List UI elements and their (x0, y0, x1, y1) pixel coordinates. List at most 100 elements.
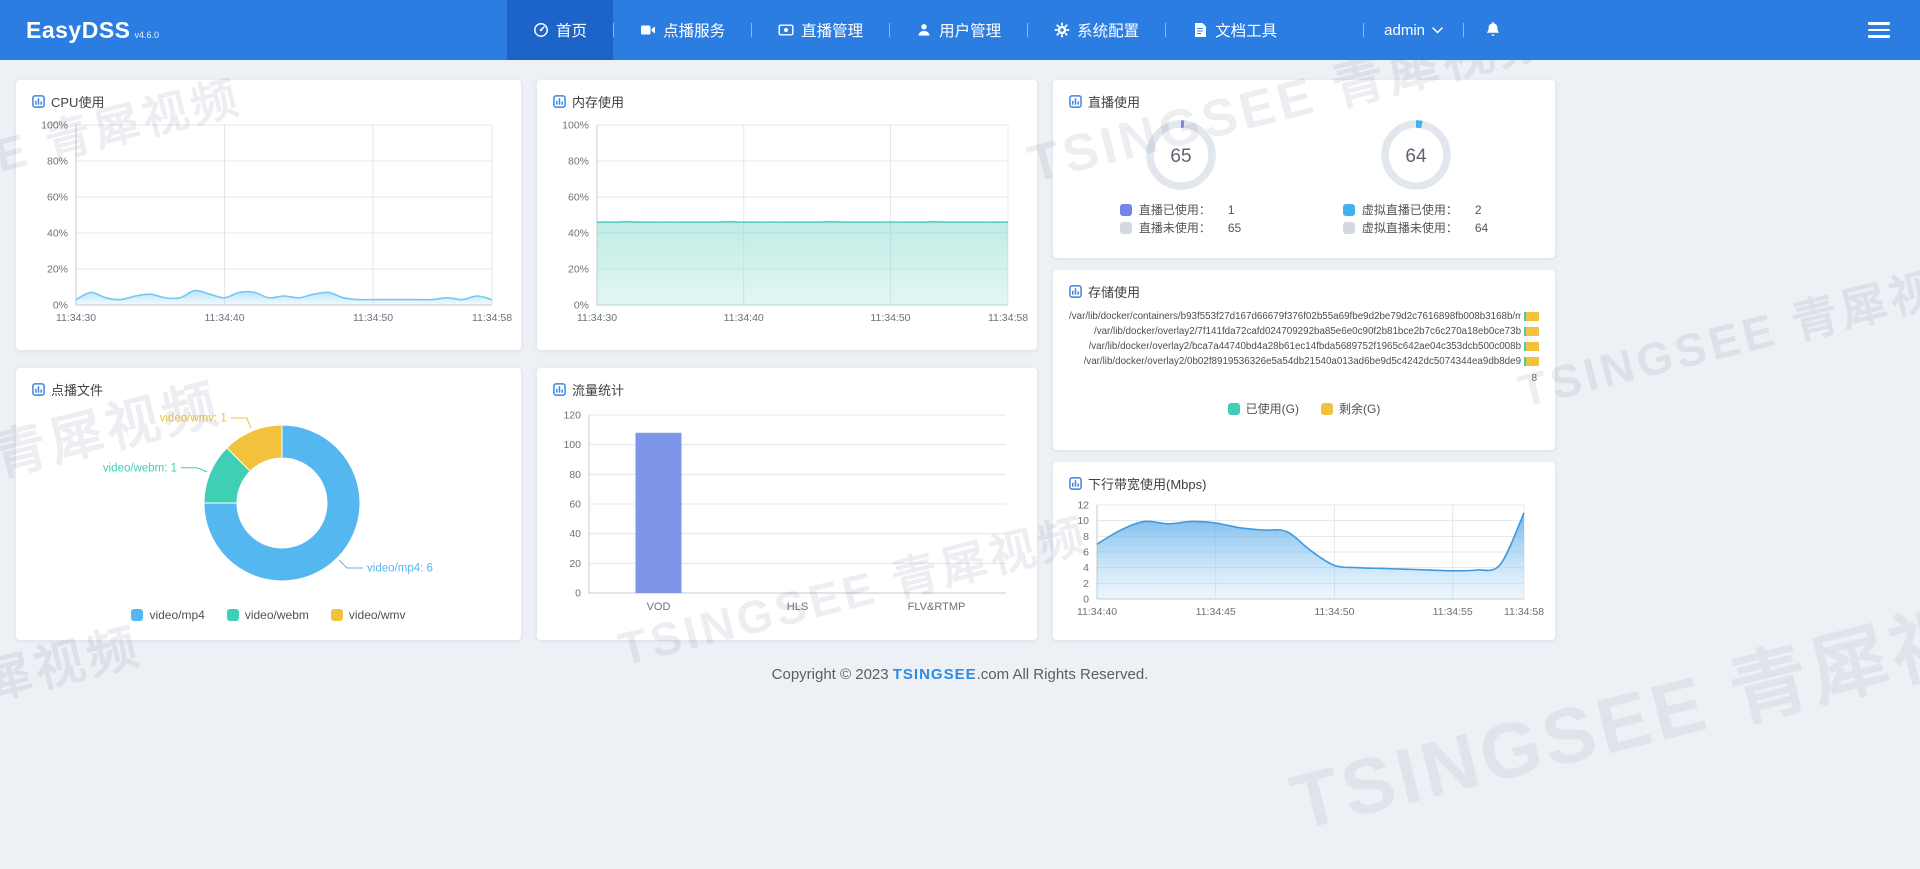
traffic-bar-chart: 0 20 40 60 80 100 120 VOD HLS FLV&RTMP (553, 403, 1021, 628)
app-title: EasyDSS (26, 16, 131, 43)
nav-item-live[interactable]: 直播管理 (752, 0, 889, 60)
card-title: 直播使用 (1069, 92, 1539, 111)
chart-card-icon (32, 95, 45, 108)
chart-card-icon (1069, 285, 1082, 298)
svg-text:0: 0 (1083, 594, 1089, 606)
svg-text:12: 12 (1077, 500, 1089, 512)
legend-item[interactable]: 已使用(G) (1227, 400, 1299, 417)
card-title: 下行带宽使用(Mbps) (1069, 474, 1539, 493)
svg-text:11:34:58: 11:34:58 (988, 312, 1028, 324)
storage-bar (1524, 327, 1539, 336)
card-title-text: 存储使用 (1088, 285, 1141, 300)
live-gauge: 65 直播已使用： 1 直播未使用： 65 (1119, 113, 1242, 237)
gauge-legend: 直播已使用： 1 直播未使用： 65 (1119, 201, 1242, 237)
legend-swatch (1342, 204, 1355, 216)
svg-text:0%: 0% (574, 300, 589, 312)
storage-bar-free (1525, 357, 1539, 366)
legend-swatch (1119, 222, 1132, 234)
nav-right: admin (1363, 21, 1502, 40)
card-title-text: 点播文件 (51, 383, 104, 398)
gauge-legend-value: 2 (1474, 203, 1482, 217)
nav-item-vod[interactable]: 点播服务 (614, 0, 751, 60)
docs-icon (1192, 22, 1208, 38)
card-title: 存储使用 (1069, 282, 1539, 301)
svg-text:11:34:30: 11:34:30 (577, 312, 617, 324)
card-bandwidth-usage: 下行带宽使用(Mbps) 0 2 4 6 8 10 12 11:34:40 11:34:45 11… (1053, 462, 1555, 640)
dashboard-icon (533, 22, 549, 38)
gauge-legend: 虚拟直播已使用： 2 虚拟直播未使用： 64 (1342, 201, 1488, 237)
svg-text:11:34:58: 11:34:58 (472, 312, 512, 324)
nav-item-docs[interactable]: 文档工具 (1166, 0, 1303, 60)
storage-path-label: /var/lib/docker/overlay2/0b02f8919536326… (1083, 356, 1522, 367)
storage-bar (1524, 357, 1539, 366)
card-storage-usage: 存储使用 /var/lib/docker/containers/b93f553f… (1053, 270, 1555, 450)
legend-swatch (131, 609, 144, 621)
live-icon (778, 22, 794, 38)
svg-text:11:34:50: 11:34:50 (353, 312, 393, 324)
storage-bar (1524, 312, 1539, 321)
storage-path-label: /var/lib/docker/containers/b93f553f27d16… (1069, 311, 1522, 322)
main-nav: 首页 点播服务 直播管理 用户管理 系统配置 文档工具 (507, 0, 1303, 60)
nav-item-users[interactable]: 用户管理 (890, 0, 1027, 60)
chevron-down-icon (1432, 26, 1443, 34)
card-memory-usage: 内存使用 0% 20% 40% 60% 80% 100% 11:34:30 11:34:40 1… (537, 80, 1037, 350)
legend-swatch (1342, 222, 1355, 234)
card-title-text: 内存使用 (572, 95, 625, 110)
svg-text:60%: 60% (47, 192, 68, 204)
user-menu[interactable]: admin (1384, 22, 1443, 39)
svg-text:0: 0 (575, 588, 581, 600)
svg-text:80%: 80% (47, 156, 68, 168)
storage-row: /var/lib/docker/overlay2/0b02f8919536326… (1069, 354, 1539, 369)
bell-icon[interactable] (1484, 21, 1502, 40)
legend-swatch (330, 609, 343, 621)
legend-item[interactable]: video/wmv (330, 608, 406, 622)
chart-card-icon (553, 383, 566, 396)
gauge-legend-row: 直播未使用： 65 (1119, 219, 1242, 237)
svg-text:80%: 80% (568, 156, 589, 168)
gauge-legend-value: 65 (1227, 221, 1242, 235)
svg-text:11:34:58: 11:34:58 (1504, 606, 1544, 618)
live-gauge: 64 虚拟直播已使用： 2 虚拟直播未使用： 64 (1342, 113, 1488, 237)
nav-item-label: 文档工具 (1215, 23, 1278, 40)
svg-text:FLV&RTMP: FLV&RTMP (908, 601, 966, 613)
nav-item-label: 系统配置 (1077, 23, 1140, 40)
svg-text:11:34:50: 11:34:50 (870, 312, 910, 324)
legend-item[interactable]: video/webm (226, 608, 309, 622)
dashboard: CPU使用 0% 20% 40% 60% 80% 100% 11:34:30 11:34:40… (0, 60, 1920, 640)
card-title-text: 下行带宽使用(Mbps) (1088, 477, 1207, 492)
legend-label: video/wmv (348, 608, 406, 622)
card-traffic-stats: 流量统计 0 20 40 60 80 100 120 VOD HLS FLV&RTMP (537, 368, 1037, 640)
card-cpu-usage: CPU使用 0% 20% 40% 60% 80% 100% 11:34:30 11:34:40… (16, 80, 521, 350)
user-name: admin (1384, 21, 1425, 39)
storage-path-label: /var/lib/docker/overlay2/7f141fda72cafd0… (1093, 326, 1522, 337)
navbar: EasyDSS v4.6.0 首页 点播服务 直播管理 用户管理 系统配置 文档工具 ad… (0, 0, 1920, 60)
hamburger-menu-icon[interactable] (1868, 22, 1890, 38)
svg-text:11:34:45: 11:34:45 (1196, 606, 1236, 618)
footer-brand[interactable]: TSINGSEE (893, 666, 977, 683)
storage-axis-label: 8 (1531, 373, 1537, 384)
legend-swatch (1227, 402, 1240, 415)
chart-card-icon (1069, 477, 1082, 490)
vod-icon (640, 22, 656, 38)
nav-separator (1463, 23, 1464, 37)
gauge-legend-label: 直播已使用： (1138, 203, 1211, 217)
chart-card-icon (1069, 95, 1082, 108)
nav-item-settings[interactable]: 系统配置 (1028, 0, 1165, 60)
settings-icon (1054, 22, 1070, 38)
brand[interactable]: EasyDSS v4.6.0 (26, 17, 159, 44)
storage-bar (1524, 342, 1539, 351)
card-vod-files: 点播文件 video/mp4: 6 video/webm: 1 video/wmv:… (16, 368, 521, 640)
storage-legend: 已使用(G) 剩余(G) (1069, 400, 1539, 417)
legend-item[interactable]: video/mp4 (131, 608, 205, 622)
svg-text:40: 40 (569, 528, 581, 540)
memory-usage-chart: 0% 20% 40% 60% 80% 100% 11:34:30 11:34:40 11:34:… (553, 115, 1028, 338)
footer: Copyright © 2023 TSINGSEE.com All Rights… (0, 666, 1920, 683)
nav-item-home[interactable]: 首页 (507, 0, 614, 60)
live-usage-gauges: 65 直播已使用： 1 直播未使用： 65 64 虚拟直播已使用： 2 虚拟直播未使用： 64 (1069, 113, 1539, 237)
legend-item[interactable]: 剩余(G) (1321, 400, 1380, 417)
storage-row: /var/lib/docker/overlay2/7f141fda72cafd0… (1069, 324, 1539, 339)
svg-text:64: 64 (1405, 146, 1427, 167)
svg-text:video/webm: 1: video/webm: 1 (103, 462, 177, 474)
svg-text:video/mp4: 6: video/mp4: 6 (367, 563, 433, 575)
svg-text:11:34:40: 11:34:40 (1077, 606, 1117, 618)
